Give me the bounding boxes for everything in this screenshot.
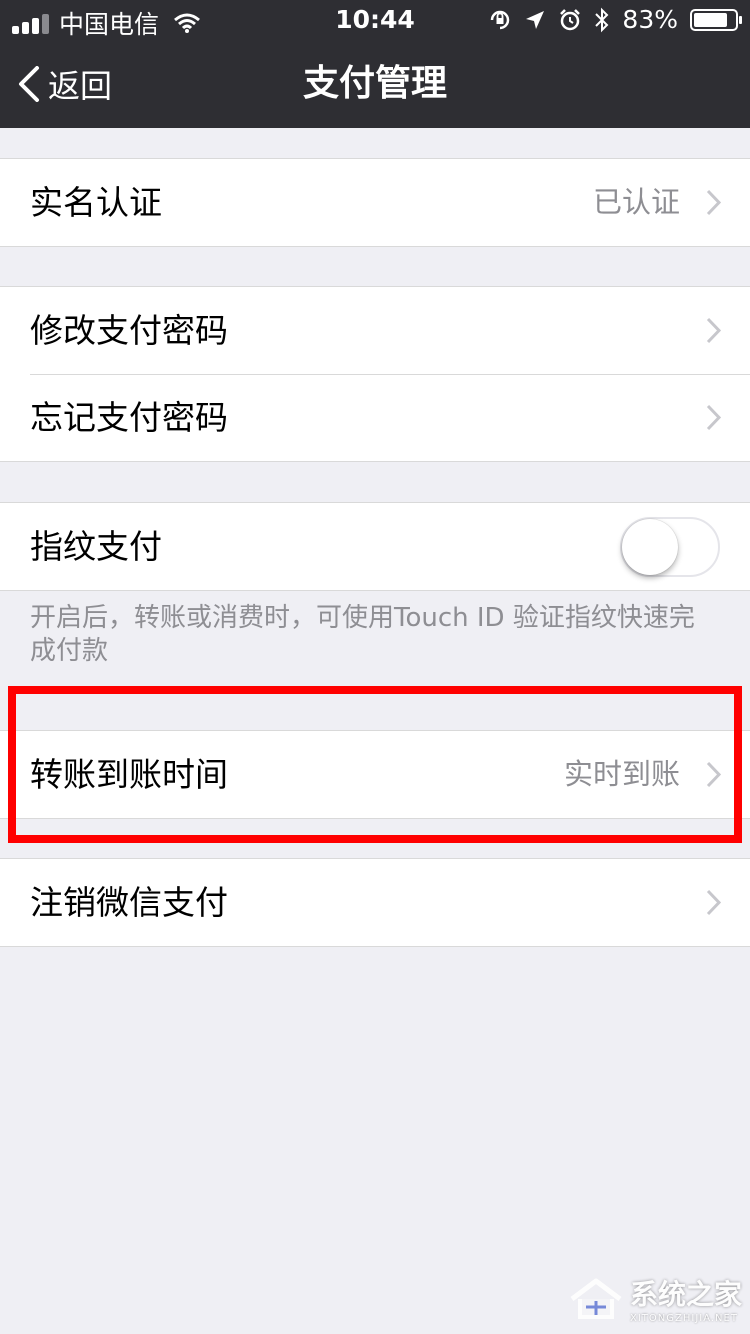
transfer-group: 转账到账时间 实时到账 (0, 730, 750, 819)
status-bar: 中国电信 10:44 83% (0, 0, 750, 40)
toggle-knob (622, 519, 678, 575)
watermark-url: XITONGZHIJIA.NET (629, 1313, 738, 1324)
bluetooth-icon (595, 7, 609, 32)
chevron-right-icon (706, 889, 722, 916)
row-label: 修改支付密码 (30, 311, 228, 350)
transfer-time-row[interactable]: 转账到账时间 实时到账 (0, 731, 750, 818)
cancel-wechat-pay-row[interactable]: 注销微信支付 (0, 859, 750, 946)
cancel-group: 注销微信支付 (0, 858, 750, 947)
battery-percent: 83% (622, 5, 678, 34)
verification-group: 实名认证 已认证 (0, 158, 750, 247)
chevron-right-icon (706, 189, 722, 216)
watermark: 系统之家 XITONGZHIJIA.NET (568, 1273, 742, 1324)
chevron-right-icon (706, 317, 722, 344)
alarm-icon (560, 8, 581, 30)
row-label: 忘记支付密码 (30, 398, 228, 437)
transfer-time-value: 实时到账 (563, 757, 680, 791)
password-group: 修改支付密码 忘记支付密码 (0, 286, 750, 462)
row-label: 指纹支付 (30, 527, 162, 566)
row-label: 转账到账时间 (30, 755, 228, 794)
row-label: 注销微信支付 (30, 883, 228, 922)
forgot-password-row[interactable]: 忘记支付密码 (0, 374, 750, 461)
battery-icon (690, 8, 742, 31)
fingerprint-group: 指纹支付 (0, 502, 750, 591)
rotation-lock-icon (491, 10, 510, 29)
real-name-verification-row[interactable]: 实名认证 已认证 (0, 159, 750, 246)
fingerprint-note: 开启后，转账或消费时，可使用Touch ID 验证指纹快速完成付款 (30, 603, 695, 666)
watermark-title: 系统之家 (629, 1278, 742, 1311)
row-label: 实名认证 (30, 183, 162, 222)
navigation-bar: 返回 支付管理 (0, 40, 750, 128)
fingerprint-toggle[interactable] (620, 517, 720, 577)
page-title: 支付管理 (302, 63, 447, 104)
change-password-row[interactable]: 修改支付密码 (0, 287, 750, 374)
chevron-right-icon (706, 404, 722, 431)
location-icon (526, 10, 545, 29)
chevron-right-icon (706, 761, 722, 788)
house-logo-icon (570, 1278, 622, 1319)
verification-status: 已认证 (592, 185, 680, 219)
fingerprint-pay-row: 指纹支付 (0, 503, 750, 590)
